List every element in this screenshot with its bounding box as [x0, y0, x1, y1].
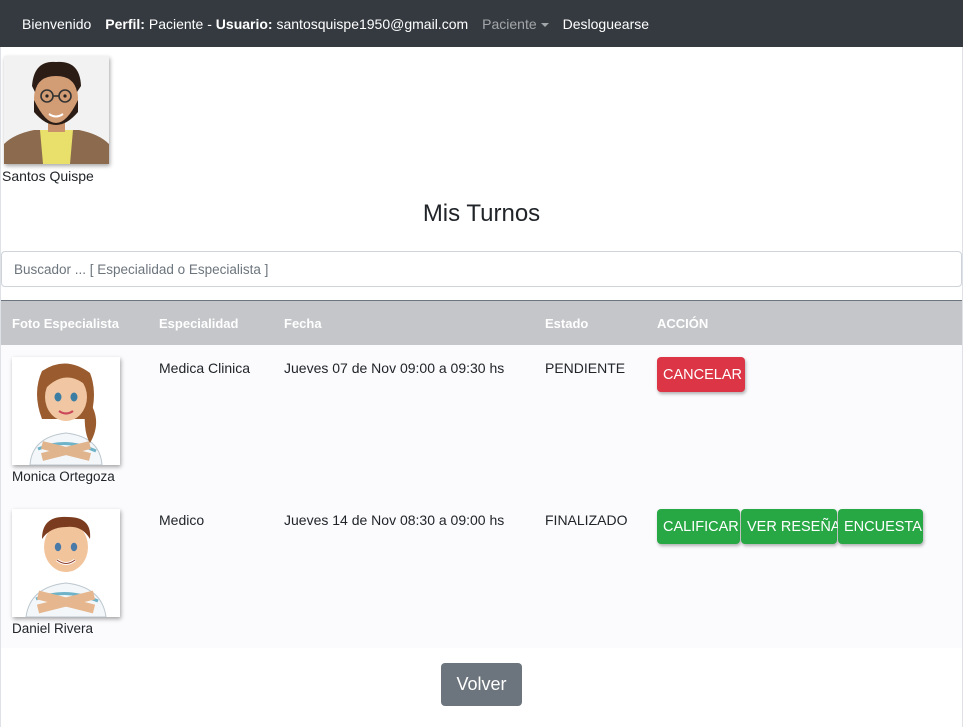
header-especialidad: Especialidad — [159, 316, 239, 331]
nav-paciente-dropdown[interactable]: Paciente — [482, 15, 549, 32]
nav-user-info: Perfil: Paciente - Usuario: santosquispe… — [105, 16, 468, 32]
volver-button[interactable]: Volver — [441, 663, 522, 706]
specialist-name: Monica Ortegoza — [12, 469, 115, 484]
cell-estado: FINALIZADO — [545, 512, 628, 528]
page-title: Mis Turnos — [422, 200, 541, 227]
specialist-avatar — [12, 357, 120, 465]
perfil-value: Paciente — [148, 15, 204, 32]
profile-name: Santos Quispe — [2, 168, 94, 184]
cell-fecha: Jueves 07 de Nov 09:00 a 09:30 hs — [284, 360, 505, 376]
nav-welcome-link[interactable]: Bienvenido — [22, 16, 91, 32]
header-foto: Foto Especialista — [12, 316, 119, 331]
table-header: Foto Especialista Especialidad Fecha Est… — [1, 301, 962, 345]
cell-estado: PENDIENTE — [545, 360, 626, 376]
encuesta-button[interactable]: ENCUESTA — [838, 509, 923, 544]
calificar-button[interactable]: CALIFICAR — [657, 509, 740, 544]
appointments-table: Foto Especialista Especialidad Fecha Est… — [1, 300, 962, 648]
separator: - — [207, 15, 212, 32]
cell-fecha: Jueves 14 de Nov 08:30 a 09:00 hs — [284, 512, 505, 528]
usuario-label: Usuario: — [215, 15, 273, 32]
cancelar-button[interactable]: CANCELAR — [657, 357, 745, 392]
header-fecha: Fecha — [284, 316, 322, 331]
cell-especialidad: Medica Clinica — [159, 360, 251, 376]
header-estado: Estado — [545, 316, 589, 331]
top-navbar: Bienvenido Perfil: Paciente - Usuario: s… — [0, 0, 963, 47]
cell-especialidad: Medico — [159, 512, 205, 528]
specialist-name: Daniel Rivera — [12, 621, 94, 636]
specialist-avatar — [12, 509, 120, 617]
profile-avatar — [4, 56, 109, 164]
header-accion: ACCIÓN — [657, 316, 709, 331]
perfil-label: Perfil: — [105, 15, 145, 32]
usuario-value: santosquispe1950@gmail.com — [276, 15, 469, 32]
dropdown-label: Paciente — [482, 15, 537, 32]
chevron-down-icon — [540, 22, 549, 27]
nav-logout-link[interactable]: Desloguearse — [563, 16, 649, 32]
search-input[interactable] — [1, 251, 962, 287]
ver-resena-button[interactable]: VER RESEÑA — [741, 509, 840, 544]
